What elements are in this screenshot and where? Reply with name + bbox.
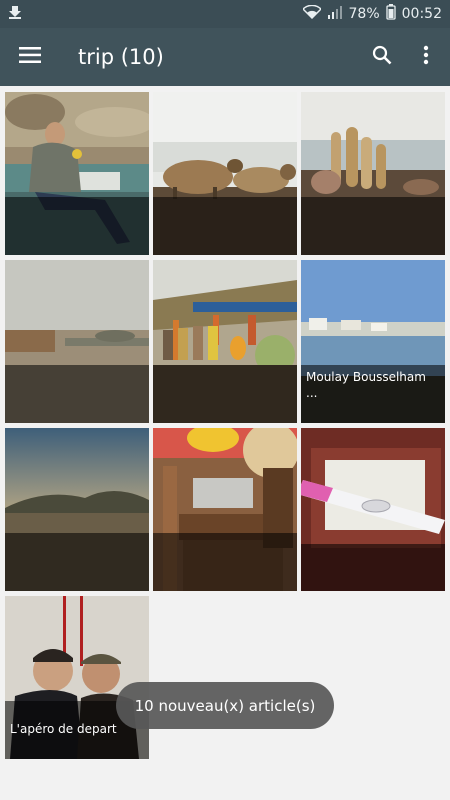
page-title: trip (10) xyxy=(78,45,164,69)
photo-tile[interactable] xyxy=(301,428,445,591)
photo-tile[interactable] xyxy=(153,92,297,255)
signal-icon xyxy=(327,5,343,23)
photo-tile[interactable] xyxy=(5,92,149,255)
photo-tile[interactable] xyxy=(153,260,297,423)
caption-scrim xyxy=(5,533,149,591)
caption-scrim xyxy=(5,197,149,255)
photo-tile[interactable]: L'apéro de depart xyxy=(5,596,149,759)
battery-icon xyxy=(385,4,396,24)
photo-tile[interactable]: Moulay Bousselham ... xyxy=(301,260,445,423)
status-indicators: 78% 00:52 xyxy=(301,4,442,24)
photo-tile[interactable] xyxy=(301,92,445,255)
clock: 00:52 xyxy=(401,6,442,22)
photo-tile[interactable] xyxy=(5,428,149,591)
caption-scrim xyxy=(301,544,445,591)
more-vert-icon xyxy=(423,45,429,69)
caption-scrim xyxy=(153,365,297,423)
caption-scrim xyxy=(301,197,445,255)
status-bar: 78% 00:52 xyxy=(0,0,450,28)
caption-scrim xyxy=(5,365,149,423)
battery-percent: 78% xyxy=(348,6,380,22)
caption-scrim xyxy=(153,533,297,591)
menu-button[interactable] xyxy=(10,37,50,77)
menu-icon xyxy=(19,47,41,67)
search-button[interactable] xyxy=(360,35,404,79)
photo-tile[interactable] xyxy=(153,428,297,591)
download-icon xyxy=(8,5,22,23)
toast-notification: 10 nouveau(x) article(s) xyxy=(116,682,334,729)
photo-caption: Moulay Bousselham ... xyxy=(306,370,426,400)
wifi-icon xyxy=(301,4,322,23)
caption-scrim xyxy=(153,197,297,255)
overflow-menu-button[interactable] xyxy=(404,35,448,79)
app-bar: trip (10) xyxy=(0,28,450,86)
search-icon xyxy=(372,45,392,69)
photo-tile[interactable] xyxy=(5,260,149,423)
